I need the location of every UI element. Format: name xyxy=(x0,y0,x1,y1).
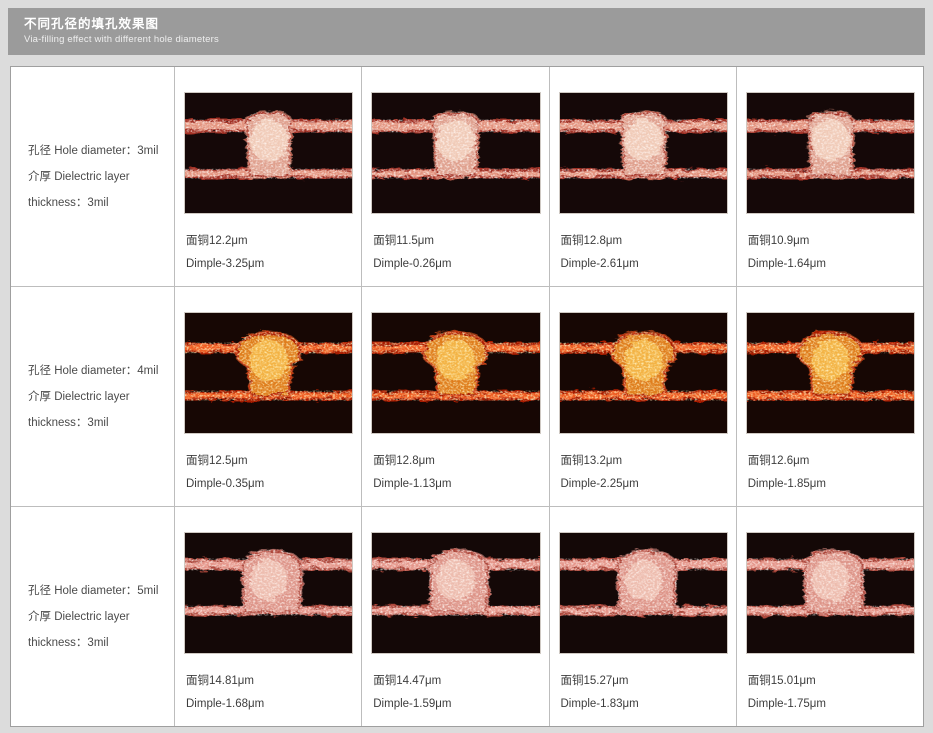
surface-copper-value: 面铜12.8μm xyxy=(561,230,728,253)
row-label-line: thickness：3mil xyxy=(28,410,168,436)
via-sample-cell: 面铜10.9μm Dimple-1.64μm xyxy=(736,67,923,286)
surface-copper-value: 面铜12.5μm xyxy=(186,450,353,473)
row-label-line: 孔径 Hole diameter：4mil xyxy=(28,358,168,384)
via-micrograph-image xyxy=(746,92,915,214)
via-micrograph-svg xyxy=(185,93,352,213)
via-micrograph-image xyxy=(559,532,728,654)
row-label-line: thickness：3mil xyxy=(28,630,168,656)
dimple-value: Dimple-1.83μm xyxy=(561,693,728,716)
via-micrograph-svg xyxy=(560,533,727,653)
via-metrics: 面铜13.2μm Dimple-2.25μm xyxy=(559,450,728,496)
page: 不同孔径的填孔效果图 Via-filling effect with diffe… xyxy=(0,0,933,727)
via-micrograph-svg xyxy=(372,313,539,433)
header-subtitle-en: Via-filling effect with different hole d… xyxy=(24,34,925,45)
dimple-value: Dimple-1.13μm xyxy=(373,473,540,496)
surface-copper-value: 面铜13.2μm xyxy=(561,450,728,473)
via-sample-cell: 面铜12.2μm Dimple-3.25μm xyxy=(174,67,361,286)
row-label-line: 介厚 Dielectric layer xyxy=(28,384,168,410)
dimple-value: Dimple-0.26μm xyxy=(373,253,540,276)
via-micrograph-image xyxy=(746,312,915,434)
surface-copper-value: 面铜14.47μm xyxy=(373,670,540,693)
via-micrograph-image xyxy=(559,92,728,214)
via-metrics: 面铜14.47μm Dimple-1.59μm xyxy=(371,670,540,716)
dimple-value: Dimple-2.25μm xyxy=(561,473,728,496)
via-micrograph-image xyxy=(746,532,915,654)
via-sample-cell: 面铜14.81μm Dimple-1.68μm xyxy=(174,507,361,726)
via-sample-cell: 面铜12.8μm Dimple-2.61μm xyxy=(549,67,736,286)
via-metrics: 面铜12.6μm Dimple-1.85μm xyxy=(746,450,915,496)
via-micrograph-svg xyxy=(560,313,727,433)
surface-copper-value: 面铜14.81μm xyxy=(186,670,353,693)
via-sample-cell: 面铜12.8μm Dimple-1.13μm xyxy=(361,287,548,506)
via-sample-cell: 面铜15.01μm Dimple-1.75μm xyxy=(736,507,923,726)
table-row: 孔径 Hole diameter：3mil介厚 Dielectric layer… xyxy=(11,67,923,286)
via-micrograph-svg xyxy=(372,93,539,213)
via-sample-cell: 面铜15.27μm Dimple-1.83μm xyxy=(549,507,736,726)
via-sample-cell: 面铜13.2μm Dimple-2.25μm xyxy=(549,287,736,506)
via-metrics: 面铜15.27μm Dimple-1.83μm xyxy=(559,670,728,716)
via-micrograph-svg xyxy=(747,93,914,213)
surface-copper-value: 面铜15.27μm xyxy=(561,670,728,693)
via-micrograph-svg xyxy=(747,533,914,653)
via-micrograph-svg xyxy=(372,533,539,653)
surface-copper-value: 面铜12.6μm xyxy=(748,450,915,473)
via-sample-cell: 面铜12.6μm Dimple-1.85μm xyxy=(736,287,923,506)
via-micrograph-svg xyxy=(747,313,914,433)
via-metrics: 面铜12.5μm Dimple-0.35μm xyxy=(184,450,353,496)
dimple-value: Dimple-0.35μm xyxy=(186,473,353,496)
via-metrics: 面铜12.8μm Dimple-1.13μm xyxy=(371,450,540,496)
table-row: 孔径 Hole diameter：4mil介厚 Dielectric layer… xyxy=(11,286,923,506)
via-micrograph-svg xyxy=(185,533,352,653)
surface-copper-value: 面铜12.8μm xyxy=(373,450,540,473)
row-label-line: 孔径 Hole diameter：3mil xyxy=(28,138,168,164)
via-micrograph-image xyxy=(371,312,540,434)
surface-copper-value: 面铜11.5μm xyxy=(373,230,540,253)
table-row: 孔径 Hole diameter：5mil介厚 Dielectric layer… xyxy=(11,506,923,726)
via-metrics: 面铜12.8μm Dimple-2.61μm xyxy=(559,230,728,276)
via-sample-cell: 面铜14.47μm Dimple-1.59μm xyxy=(361,507,548,726)
row-label-line: 孔径 Hole diameter：5mil xyxy=(28,578,168,604)
surface-copper-value: 面铜15.01μm xyxy=(748,670,915,693)
via-micrograph-image xyxy=(559,312,728,434)
row-label-cell: 孔径 Hole diameter：4mil介厚 Dielectric layer… xyxy=(11,287,174,506)
via-micrograph-svg xyxy=(560,93,727,213)
via-micrograph-image xyxy=(184,312,353,434)
via-micrograph-image xyxy=(184,92,353,214)
row-label-line: 介厚 Dielectric layer xyxy=(28,604,168,630)
via-sample-cell: 面铜12.5μm Dimple-0.35μm xyxy=(174,287,361,506)
header: 不同孔径的填孔效果图 Via-filling effect with diffe… xyxy=(8,8,925,55)
via-metrics: 面铜14.81μm Dimple-1.68μm xyxy=(184,670,353,716)
via-micrograph-svg xyxy=(185,313,352,433)
via-micrograph-image xyxy=(371,92,540,214)
via-metrics: 面铜15.01μm Dimple-1.75μm xyxy=(746,670,915,716)
via-metrics: 面铜11.5μm Dimple-0.26μm xyxy=(371,230,540,276)
via-micrograph-image xyxy=(184,532,353,654)
dimple-value: Dimple-2.61μm xyxy=(561,253,728,276)
dimple-value: Dimple-1.59μm xyxy=(373,693,540,716)
dimple-value: Dimple-1.68μm xyxy=(186,693,353,716)
surface-copper-value: 面铜10.9μm xyxy=(748,230,915,253)
row-label-cell: 孔径 Hole diameter：3mil介厚 Dielectric layer… xyxy=(11,67,174,286)
via-metrics: 面铜12.2μm Dimple-3.25μm xyxy=(184,230,353,276)
dimple-value: Dimple-1.85μm xyxy=(748,473,915,496)
dimple-value: Dimple-1.64μm xyxy=(748,253,915,276)
via-filling-table: 孔径 Hole diameter：3mil介厚 Dielectric layer… xyxy=(10,66,924,727)
via-micrograph-image xyxy=(371,532,540,654)
dimple-value: Dimple-3.25μm xyxy=(186,253,353,276)
row-label-line: thickness：3mil xyxy=(28,190,168,216)
row-label-cell: 孔径 Hole diameter：5mil介厚 Dielectric layer… xyxy=(11,507,174,726)
row-label-line: 介厚 Dielectric layer xyxy=(28,164,168,190)
via-metrics: 面铜10.9μm Dimple-1.64μm xyxy=(746,230,915,276)
header-title-zh: 不同孔径的填孔效果图 xyxy=(24,16,925,32)
surface-copper-value: 面铜12.2μm xyxy=(186,230,353,253)
via-sample-cell: 面铜11.5μm Dimple-0.26μm xyxy=(361,67,548,286)
dimple-value: Dimple-1.75μm xyxy=(748,693,915,716)
